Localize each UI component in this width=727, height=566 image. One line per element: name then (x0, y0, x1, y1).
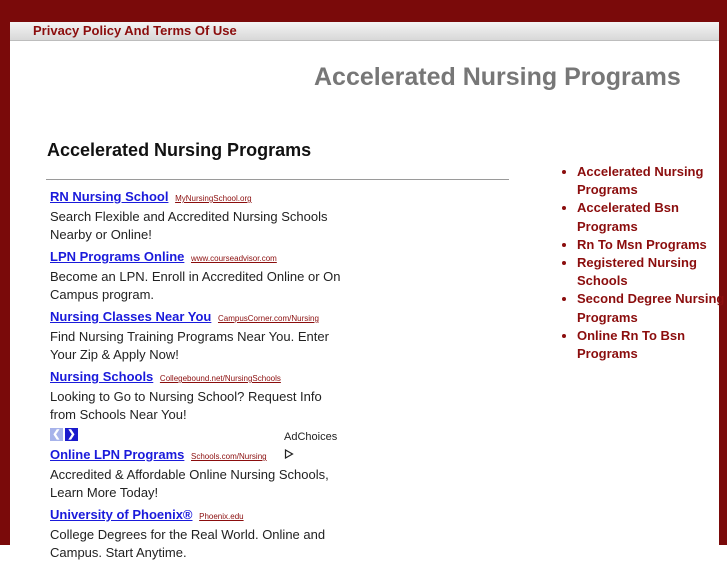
sidebar-link-list: Accelerated Nursing Programs Accelerated… (560, 163, 727, 363)
ad-description: Become an LPN. Enroll in Accredited Onli… (50, 269, 341, 302)
privacy-policy-link[interactable]: Privacy Policy And Terms Of Use (33, 23, 237, 38)
ad-title-link[interactable]: RN Nursing School (50, 189, 168, 204)
sidebar-item-accelerated-nursing-programs[interactable]: Accelerated Nursing Programs (577, 164, 703, 197)
ad-item: RN Nursing School MyNursingSchool.org Se… (50, 188, 350, 244)
site-title: Accelerated Nursing Programs (314, 63, 681, 91)
adchoices-link[interactable]: AdChoices (284, 428, 350, 464)
ad-title-link[interactable]: Online LPN Programs (50, 447, 184, 462)
ad-url-link[interactable]: Collegebound.net/NursingSchools (160, 374, 281, 383)
ad-description: Find Nursing Training Programs Near You.… (50, 329, 329, 362)
ad-url-link[interactable]: www.courseadvisor.com (191, 254, 277, 263)
ad-description: Search Flexible and Accredited Nursing S… (50, 209, 328, 242)
title-divider (46, 179, 509, 180)
sidebar-item: Accelerated Nursing Programs (577, 163, 727, 199)
sidebar-item: Accelerated Bsn Programs (577, 199, 727, 235)
ad-title-link[interactable]: Nursing Classes Near You (50, 309, 211, 324)
ad-url-link[interactable]: CampusCorner.com/Nursing (218, 314, 319, 323)
top-frame-bar (0, 0, 727, 22)
ad-item: University of Phoenix® Phoenix.edu Colle… (50, 506, 350, 562)
ad-description: Looking to Go to Nursing School? Request… (50, 389, 322, 422)
ad-title-link[interactable]: University of Phoenix® (50, 507, 193, 522)
adchoices-label: AdChoices (284, 431, 338, 443)
left-frame-border (0, 0, 10, 545)
prev-arrow-icon[interactable]: ❮ (50, 428, 63, 441)
sidebar-item-online-rn-to-bsn-programs[interactable]: Online Rn To Bsn Programs (577, 328, 685, 361)
ad-description: College Degrees for the Real World. Onli… (50, 527, 326, 560)
ad-description: Accredited & Affordable Online Nursing S… (50, 467, 329, 500)
sidebar-item: Online Rn To Bsn Programs (577, 327, 727, 363)
ad-url-link[interactable]: Phoenix.edu (199, 512, 243, 521)
sidebar-item-rn-to-msn-programs[interactable]: Rn To Msn Programs (577, 237, 707, 252)
sidebar-item: Rn To Msn Programs (577, 236, 727, 254)
ad-url-link[interactable]: MyNursingSchool.org (175, 194, 251, 203)
ad-item: Nursing Classes Near You CampusCorner.co… (50, 308, 350, 364)
sidebar-item: Second Degree Nursing Programs (577, 290, 727, 326)
ad-block: RN Nursing School MyNursingSchool.org Se… (50, 188, 350, 566)
ad-item: Nursing Schools Collegebound.net/Nursing… (50, 368, 350, 424)
ad-title-link[interactable]: LPN Programs Online (50, 249, 184, 264)
top-nav-bar: Privacy Policy And Terms Of Use (10, 22, 719, 41)
sidebar-item-accelerated-bsn-programs[interactable]: Accelerated Bsn Programs (577, 200, 679, 233)
ad-url-link[interactable]: Schools.com/Nursing (191, 452, 267, 461)
ad-title-link[interactable]: Nursing Schools (50, 369, 153, 384)
page-title: Accelerated Nursing Programs (47, 140, 312, 160)
next-arrow-icon[interactable]: ❯ (65, 428, 78, 441)
play-triangle-icon (284, 448, 294, 460)
sidebar-item-registered-nursing-schools[interactable]: Registered Nursing Schools (577, 255, 697, 288)
sidebar-item-second-degree-nursing-programs[interactable]: Second Degree Nursing Programs (577, 291, 724, 324)
ad-navigation: ❮ ❯ AdChoices (50, 428, 350, 460)
ad-item: LPN Programs Online www.courseadvisor.co… (50, 248, 350, 304)
sidebar-item: Registered Nursing Schools (577, 254, 727, 290)
